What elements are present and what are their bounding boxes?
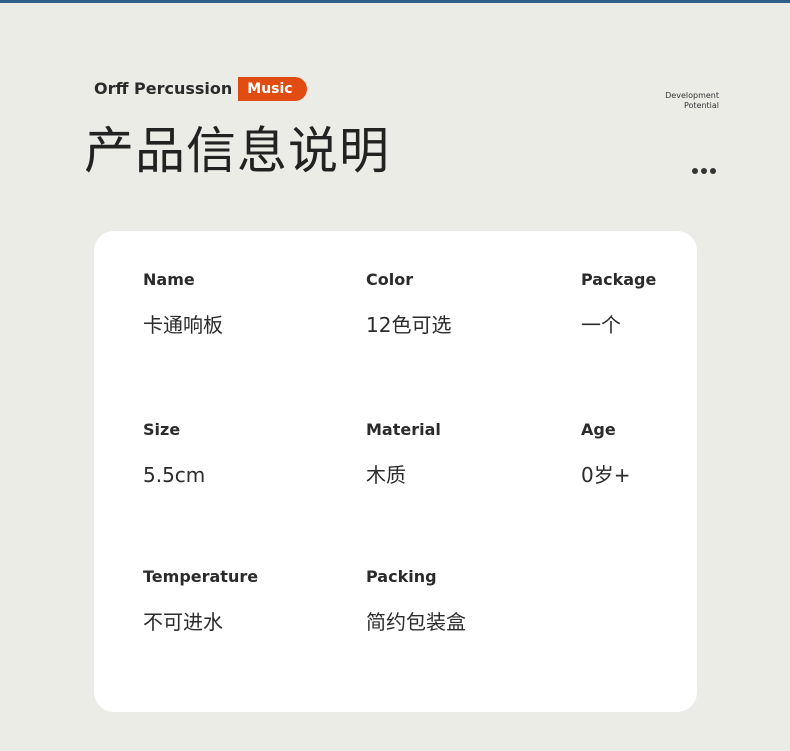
spec-age: Age 0岁+ (581, 420, 630, 488)
spec-size: Size 5.5cm (143, 420, 205, 488)
spec-label: Temperature (143, 567, 259, 586)
ellipsis-dot (701, 168, 707, 174)
spec-label: Age (581, 420, 616, 439)
spec-label: Packing (366, 567, 437, 586)
spec-material: Material 木质 (366, 420, 441, 488)
top-accent-bar (0, 0, 790, 3)
spec-value: 木质 (366, 463, 406, 487)
spec-package: Package 一个 (581, 270, 656, 338)
corner-note: Development Potential (665, 91, 719, 111)
brand-row: Orff Percussion Music (94, 77, 307, 101)
spec-value: 0岁+ (581, 463, 631, 487)
spec-value: 不可进水 (143, 610, 223, 634)
ellipsis-dot (692, 168, 698, 174)
spec-card: Name 卡通响板 Color 12色可选 Package 一个 Size 5.… (94, 231, 697, 712)
spec-packing: Packing 简约包装盒 (366, 567, 466, 635)
corner-note-line1: Development (665, 91, 719, 100)
spec-label: Package (581, 270, 657, 289)
spec-value: 卡通响板 (143, 313, 223, 337)
spec-label: Name (143, 270, 195, 289)
spec-label: Color (366, 270, 414, 289)
spec-name: Name 卡通响板 (143, 270, 223, 338)
spec-temperature: Temperature 不可进水 (143, 567, 258, 635)
brand-name: Orff Percussion (94, 79, 233, 98)
page-title: 产品信息说明 (84, 122, 390, 180)
spec-value: 一个 (581, 313, 621, 337)
spec-value: 简约包装盒 (366, 610, 466, 634)
spec-color: Color 12色可选 (366, 270, 451, 338)
music-badge: Music (238, 77, 307, 101)
ellipsis-icon[interactable] (692, 168, 716, 174)
spec-label: Size (143, 420, 181, 439)
corner-note-line2: Potential (683, 101, 719, 110)
spec-value: 12色可选 (366, 313, 452, 337)
spec-label: Material (366, 420, 441, 439)
spec-value: 5.5cm (143, 463, 206, 487)
ellipsis-dot (710, 168, 716, 174)
